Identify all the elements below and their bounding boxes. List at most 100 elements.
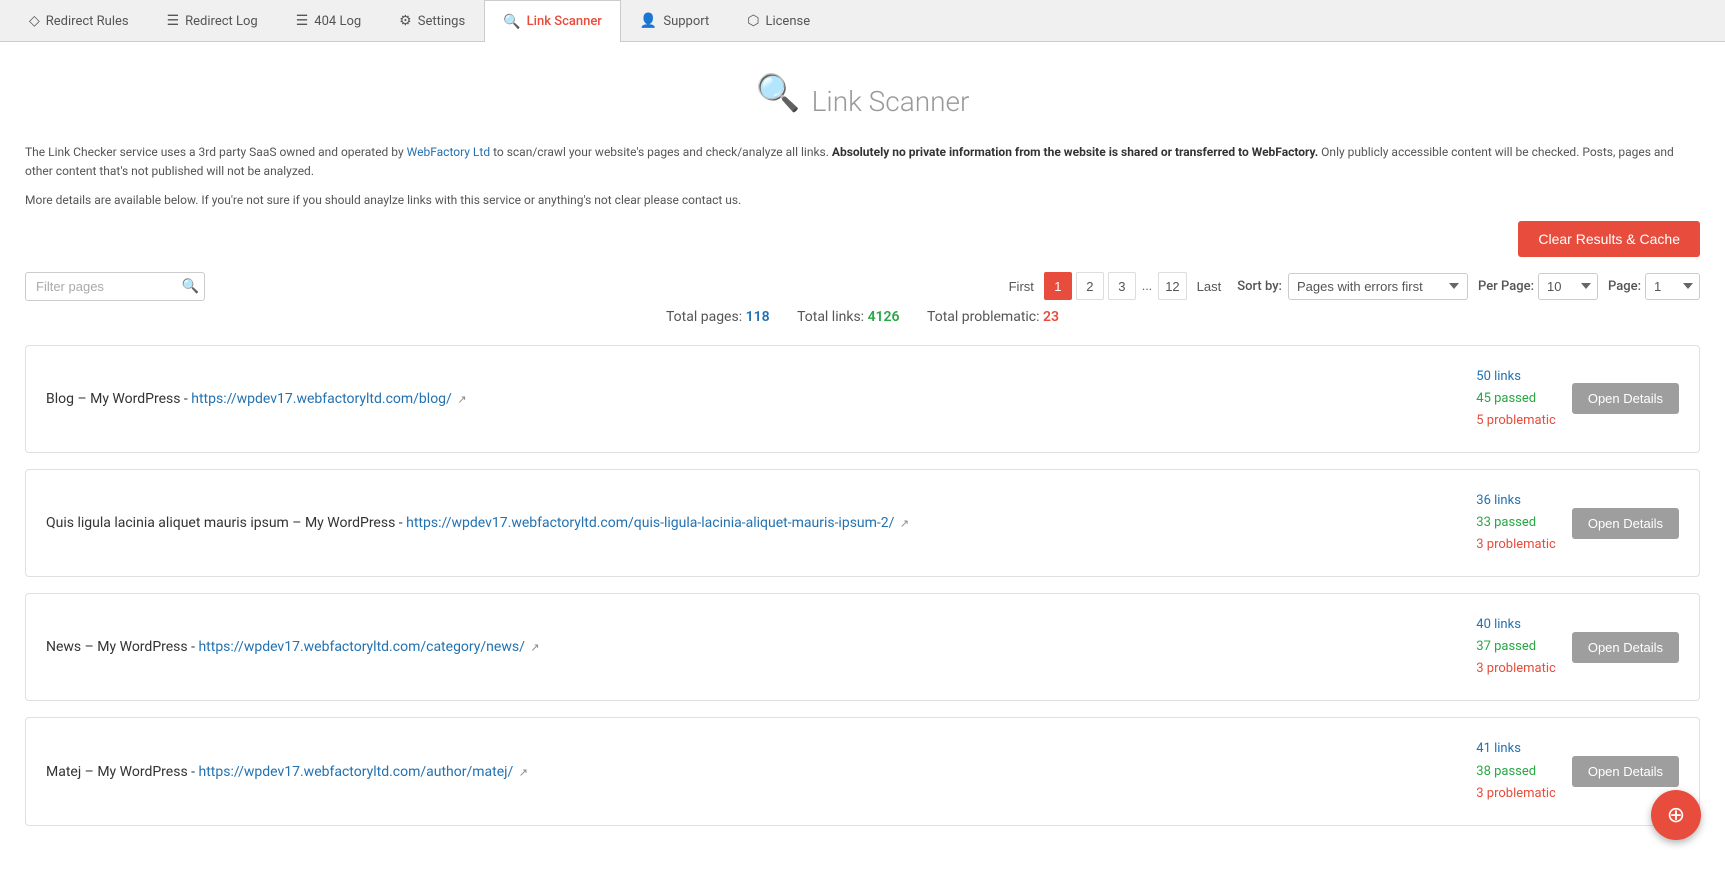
open-details-button[interactable]: Open Details	[1572, 756, 1679, 787]
passed-count: 37 passed	[1476, 636, 1556, 658]
sort-select[interactable]: Pages with errors first Pages with most …	[1288, 273, 1468, 300]
tab-link-scanner[interactable]: 🔍 Link Scanner	[484, 0, 621, 42]
total-links-value: 4126	[868, 309, 900, 325]
passed-count: 38 passed	[1476, 761, 1556, 783]
pagination: First 1 2 3 ... 12 Last	[1003, 272, 1228, 300]
page-item: News – My WordPress - https://wpdev17.we…	[25, 593, 1700, 701]
page-item-name: Quis ligula lacinia aliquet mauris ipsum…	[46, 515, 406, 531]
page-item-right: 36 links 33 passed 3 problematic Open De…	[1476, 490, 1679, 556]
tab-link-scanner-label: Link Scanner	[527, 14, 602, 29]
page-title-area: 🔍 Link Scanner	[25, 72, 1700, 118]
page-stats: 41 links 38 passed 3 problematic	[1476, 738, 1556, 804]
tab-settings-label: Settings	[418, 14, 465, 29]
links-count: 50 links	[1476, 366, 1556, 388]
page-item-title: News – My WordPress - https://wpdev17.we…	[46, 639, 540, 655]
page-item-url[interactable]: https://wpdev17.webfactoryltd.com/blog/	[191, 391, 452, 407]
links-count: 36 links	[1476, 490, 1556, 512]
tab-support[interactable]: 👤 Support	[621, 0, 728, 41]
page-item-right: 40 links 37 passed 3 problematic Open De…	[1476, 614, 1679, 680]
open-details-button[interactable]: Open Details	[1572, 632, 1679, 663]
tab-redirect-rules-label: Redirect Rules	[46, 14, 129, 29]
tab-redirect-rules[interactable]: ◇ Redirect Rules	[10, 0, 148, 41]
page-item-title: Matej – My WordPress - https://wpdev17.w…	[46, 764, 528, 780]
tab-license-label: License	[765, 14, 810, 29]
page-item-left: Blog – My WordPress - https://wpdev17.we…	[46, 391, 1476, 407]
settings-icon: ⚙	[399, 13, 412, 29]
link-scanner-icon: 🔍	[503, 14, 520, 30]
tab-404-log[interactable]: ☰ 404 Log	[277, 0, 380, 41]
page-item-url[interactable]: https://wpdev17.webfactoryltd.com/catego…	[198, 639, 524, 655]
main-content: 🔍 Link Scanner The Link Checker service …	[0, 42, 1725, 872]
page-item: Blog – My WordPress - https://wpdev17.we…	[25, 345, 1700, 453]
page-item-name: Blog – My WordPress -	[46, 391, 191, 407]
page-item-right: 50 links 45 passed 5 problematic Open De…	[1476, 366, 1679, 432]
info-bold: Absolutely no private information from t…	[832, 145, 1318, 159]
page-item-url[interactable]: https://wpdev17.webfactoryltd.com/author…	[198, 764, 513, 780]
page-item-left: News – My WordPress - https://wpdev17.we…	[46, 639, 1476, 655]
filter-pages-input[interactable]	[25, 272, 205, 301]
404-log-icon: ☰	[296, 13, 309, 29]
tab-redirect-log-label: Redirect Log	[185, 14, 258, 29]
info-post: to scan/crawl your website's pages and c…	[490, 145, 829, 159]
page-item-url[interactable]: https://wpdev17.webfactoryltd.com/quis-l…	[406, 515, 894, 531]
floating-help-button[interactable]: ⊕	[1651, 790, 1701, 840]
page-item-right: 41 links 38 passed 3 problematic Open De…	[1476, 738, 1679, 804]
open-details-button[interactable]: Open Details	[1572, 508, 1679, 539]
stat-total-links: Total links: 4126	[797, 309, 903, 325]
page-stats: 50 links 45 passed 5 problematic	[1476, 366, 1556, 432]
clear-results-button[interactable]: Clear Results & Cache	[1518, 221, 1700, 257]
perpage-label: Per Page:	[1478, 279, 1534, 294]
page-num-label: Page:	[1608, 279, 1641, 294]
perpage-select[interactable]: 10 25 50 100	[1538, 273, 1598, 300]
pagination-last[interactable]: Last	[1191, 272, 1228, 300]
floating-help-icon: ⊕	[1667, 802, 1685, 828]
pagination-page-1[interactable]: 1	[1044, 272, 1072, 300]
tab-settings[interactable]: ⚙ Settings	[380, 0, 484, 41]
info-pre: The Link Checker service uses a 3rd part…	[25, 145, 407, 159]
pagination-page-3[interactable]: 3	[1108, 272, 1136, 300]
tab-redirect-log[interactable]: ☰ Redirect Log	[148, 0, 277, 41]
pagination-page-2[interactable]: 2	[1076, 272, 1104, 300]
stat-total-pages: Total pages: 118	[666, 309, 773, 325]
links-count: 41 links	[1476, 738, 1556, 760]
redirect-rules-icon: ◇	[29, 13, 40, 29]
pagination-first[interactable]: First	[1003, 272, 1040, 300]
external-link-icon: ↗	[519, 766, 528, 779]
page-item: Matej – My WordPress - https://wpdev17.w…	[25, 717, 1700, 825]
sort-wrap: Sort by: Pages with errors first Pages w…	[1237, 273, 1468, 300]
stats-row: Total pages: 118 Total links: 4126 Total…	[25, 309, 1700, 325]
total-prob-value: 23	[1043, 309, 1059, 325]
redirect-log-icon: ☰	[167, 13, 180, 29]
page-item-left: Matej – My WordPress - https://wpdev17.w…	[46, 764, 1476, 780]
total-prob-label: Total problematic:	[927, 309, 1039, 325]
problematic-count: 3 problematic	[1476, 534, 1556, 556]
perpage-wrap: Per Page: 10 25 50 100	[1478, 273, 1598, 300]
page-title-icon: 🔍	[756, 72, 801, 114]
pagination-page-12[interactable]: 12	[1158, 272, 1186, 300]
results-list: Blog – My WordPress - https://wpdev17.we…	[25, 345, 1700, 826]
page-stats: 36 links 33 passed 3 problematic	[1476, 490, 1556, 556]
info-text-1: The Link Checker service uses a 3rd part…	[25, 143, 1700, 181]
support-icon: 👤	[640, 13, 657, 29]
tab-support-label: Support	[663, 14, 709, 29]
page-num-select[interactable]: 1 2 3	[1645, 273, 1700, 300]
external-link-icon: ↗	[530, 641, 539, 654]
pagination-ellipsis: ...	[1140, 279, 1154, 294]
page-item-title: Quis ligula lacinia aliquet mauris ipsum…	[46, 515, 909, 531]
page-item: Quis ligula lacinia aliquet mauris ipsum…	[25, 469, 1700, 577]
problematic-count: 3 problematic	[1476, 658, 1556, 680]
page-wrap: Page: 1 2 3	[1608, 273, 1700, 300]
problematic-count: 5 problematic	[1476, 410, 1556, 432]
open-details-button[interactable]: Open Details	[1572, 383, 1679, 414]
search-icon-button[interactable]: 🔍	[182, 278, 199, 295]
tab-404-log-label: 404 Log	[314, 14, 361, 29]
passed-count: 45 passed	[1476, 388, 1556, 410]
external-link-icon: ↗	[457, 393, 466, 406]
stat-total-prob: Total problematic: 23	[927, 309, 1059, 325]
tab-license[interactable]: ⬡ License	[728, 0, 829, 41]
webfactory-link[interactable]: WebFactory Ltd	[407, 145, 490, 159]
external-link-icon: ↗	[900, 517, 909, 530]
page-item-title: Blog – My WordPress - https://wpdev17.we…	[46, 391, 467, 407]
page-item-name: News – My WordPress -	[46, 639, 198, 655]
total-links-label: Total links:	[797, 309, 864, 325]
